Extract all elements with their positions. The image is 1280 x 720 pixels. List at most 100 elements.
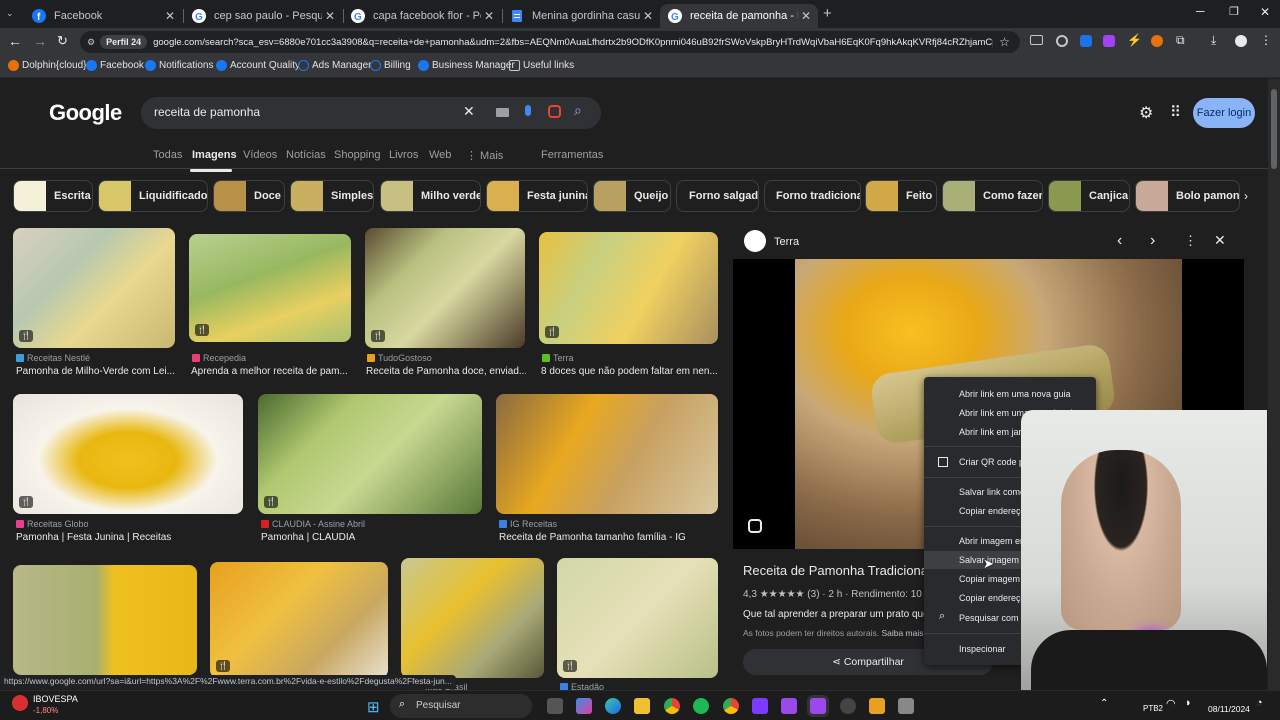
learn-more-link[interactable]: Saiba mais [881, 628, 923, 638]
close-window-icon[interactable]: ✕ [1260, 5, 1270, 19]
apps-grid-icon[interactable]: ⠿ [1170, 103, 1181, 121]
tab-facebook[interactable]: f Facebook ✕ [24, 4, 182, 28]
clear-icon[interactable]: ✕ [463, 103, 475, 120]
ticker-name[interactable]: IBOVESPA [33, 694, 78, 704]
next-icon[interactable]: › [1150, 232, 1155, 250]
app-icon[interactable] [898, 698, 914, 714]
profile-label[interactable]: Perfil 24 [100, 35, 148, 49]
clock-date[interactable]: 08/11/2024 [1208, 704, 1250, 714]
site-info-icon[interactable]: ⚙ [87, 37, 95, 48]
app-icon[interactable] [810, 698, 826, 714]
bookmark-notifications[interactable]: Notifications [145, 60, 213, 71]
url-text[interactable]: google.com/search?sca_esv=6880e701cc3a39… [153, 37, 993, 48]
close-icon[interactable]: ✕ [322, 9, 338, 23]
extension-icon[interactable]: ⚡ [1127, 33, 1142, 47]
result-caption[interactable]: Aprenda a melhor receita de pam... [191, 366, 351, 377]
result-image[interactable]: 🍴 [557, 558, 718, 678]
panel-source[interactable]: Terra [774, 236, 799, 248]
edge-icon[interactable] [605, 698, 621, 714]
bookmark-dolphin[interactable]: Dolphin{cloud} [8, 60, 87, 71]
panel-title[interactable]: Receita de Pamonha Tradicional [743, 563, 931, 578]
search-input[interactable]: receita de pamonha [154, 105, 260, 119]
result-image[interactable]: 🍴 [13, 394, 243, 514]
minimize-icon[interactable]: ─ [1196, 4, 1205, 18]
tab-ferramentas[interactable]: Ferramentas [541, 149, 603, 161]
result-image[interactable] [13, 565, 197, 675]
chip-queijo[interactable]: Queijo [593, 180, 671, 212]
close-panel-icon[interactable]: ✕ [1214, 232, 1226, 249]
chip-milho-verde[interactable]: Milho verde [380, 180, 481, 212]
bookmark-billing[interactable]: Billing [370, 60, 411, 71]
cast-icon[interactable] [1030, 35, 1043, 45]
chevron-right-icon[interactable]: › [1244, 189, 1248, 203]
menu-icon[interactable]: ⋮ [1260, 33, 1272, 47]
forward-icon[interactable]: → [33, 33, 47, 49]
tab-capa-facebook[interactable]: G capa facebook flor - Pesquisa G ✕ [343, 4, 501, 28]
bookmark-ads-manager[interactable]: Ads Manager [298, 60, 371, 71]
chip-bolo-pamonha[interactable]: Bolo pamonha [1135, 180, 1240, 212]
extension-icon[interactable] [1080, 35, 1092, 47]
result-image[interactable]: 🍴 [365, 228, 525, 348]
menu-item-copy-image[interactable]: Copiar imagem [959, 574, 1020, 584]
windows-start-icon[interactable]: ⊞ [367, 698, 380, 716]
bookmark-account-quality[interactable]: Account Quality [216, 60, 300, 71]
tab-web[interactable]: Web [429, 149, 451, 161]
extensions-puzzle-icon[interactable]: ⧉ [1176, 33, 1185, 48]
tab-videos[interactable]: Vídeos [243, 149, 277, 161]
profile-icon[interactable] [1235, 35, 1247, 47]
prev-icon[interactable]: ‹ [1117, 232, 1122, 250]
wifi-icon[interactable]: ◠ [1166, 697, 1176, 710]
result-image[interactable] [496, 394, 718, 514]
settings-gear-icon[interactable]: ⚙ [1139, 103, 1153, 123]
app-icon[interactable] [840, 698, 856, 714]
reload-icon[interactable]: ↻ [57, 33, 68, 49]
lens-icon[interactable] [548, 105, 561, 118]
tab-shopping[interactable]: Shopping [334, 149, 381, 161]
extension-icon[interactable] [1056, 35, 1068, 47]
close-icon[interactable]: ✕ [640, 9, 656, 23]
tab-mais[interactable]: ⋮ Mais [466, 149, 503, 162]
tab-todas[interactable]: Todas [153, 149, 182, 161]
app-icon[interactable] [781, 698, 797, 714]
tab-cep-sao-paulo[interactable]: G cep sao paulo - Pesquisa Goog ✕ [184, 4, 342, 28]
chip-liquidificador[interactable]: Liquidificador [98, 180, 208, 212]
chrome-icon[interactable] [664, 698, 680, 714]
taskbar-search-box[interactable]: ⌕ Pesquisar [390, 694, 532, 718]
back-icon[interactable]: ← [8, 33, 22, 49]
menu-item-inspect[interactable]: Inspecionar [959, 644, 1006, 654]
chip-festa-junina[interactable]: Festa junina [486, 180, 588, 212]
address-bar[interactable]: ⚙ Perfil 24 google.com/search?sca_esv=68… [80, 31, 1020, 53]
language-indicator[interactable]: PTB2 [1143, 704, 1163, 713]
copilot-icon[interactable] [576, 698, 592, 714]
chip-como-fazer[interactable]: Como fazer [942, 180, 1043, 212]
chip-doce[interactable]: Doce [213, 180, 285, 212]
app-icon[interactable] [869, 698, 885, 714]
tab-search-icon[interactable]: ⌄ [6, 8, 14, 19]
result-image[interactable]: 🍴 [189, 234, 351, 342]
search-box[interactable]: receita de pamonha ✕ ⌕ [141, 97, 601, 129]
result-caption[interactable]: Receita de Pamonha tamanho família - IG [499, 532, 719, 543]
chip-feito[interactable]: Feito [865, 180, 937, 212]
result-image[interactable]: 🍴 [539, 232, 718, 344]
tab-livros[interactable]: Livros [389, 149, 418, 161]
menu-item-open-new-tab[interactable]: Abrir link em uma nova guia [959, 389, 1071, 399]
result-image[interactable]: 🍴 [258, 394, 482, 514]
login-button[interactable]: Fazer login [1193, 98, 1255, 128]
bookmark-facebook[interactable]: Facebook [86, 60, 144, 71]
chrome-icon[interactable] [723, 698, 739, 714]
search-icon[interactable]: ⌕ [574, 102, 582, 119]
result-image[interactable] [401, 558, 544, 678]
spotify-icon[interactable] [693, 698, 709, 714]
chip-forno-tradicional[interactable]: Forno tradicional [764, 180, 861, 212]
maximize-icon[interactable]: ❐ [1229, 5, 1239, 18]
tray-chevron-icon[interactable]: ⌃ [1100, 698, 1108, 709]
page-scrollbar[interactable] [1268, 79, 1280, 690]
app-icon[interactable] [752, 698, 768, 714]
new-tab-icon[interactable]: + [823, 5, 832, 22]
result-caption[interactable]: 8 doces que não podem faltar em nen... [541, 366, 717, 377]
more-options-icon[interactable]: ⋮ [1184, 233, 1197, 249]
result-image[interactable]: 🍴 [210, 562, 388, 678]
chip-simples[interactable]: Simples [290, 180, 374, 212]
download-icon[interactable]: ⤓ [1211, 33, 1216, 48]
chip-escrita[interactable]: Escrita [13, 180, 93, 212]
